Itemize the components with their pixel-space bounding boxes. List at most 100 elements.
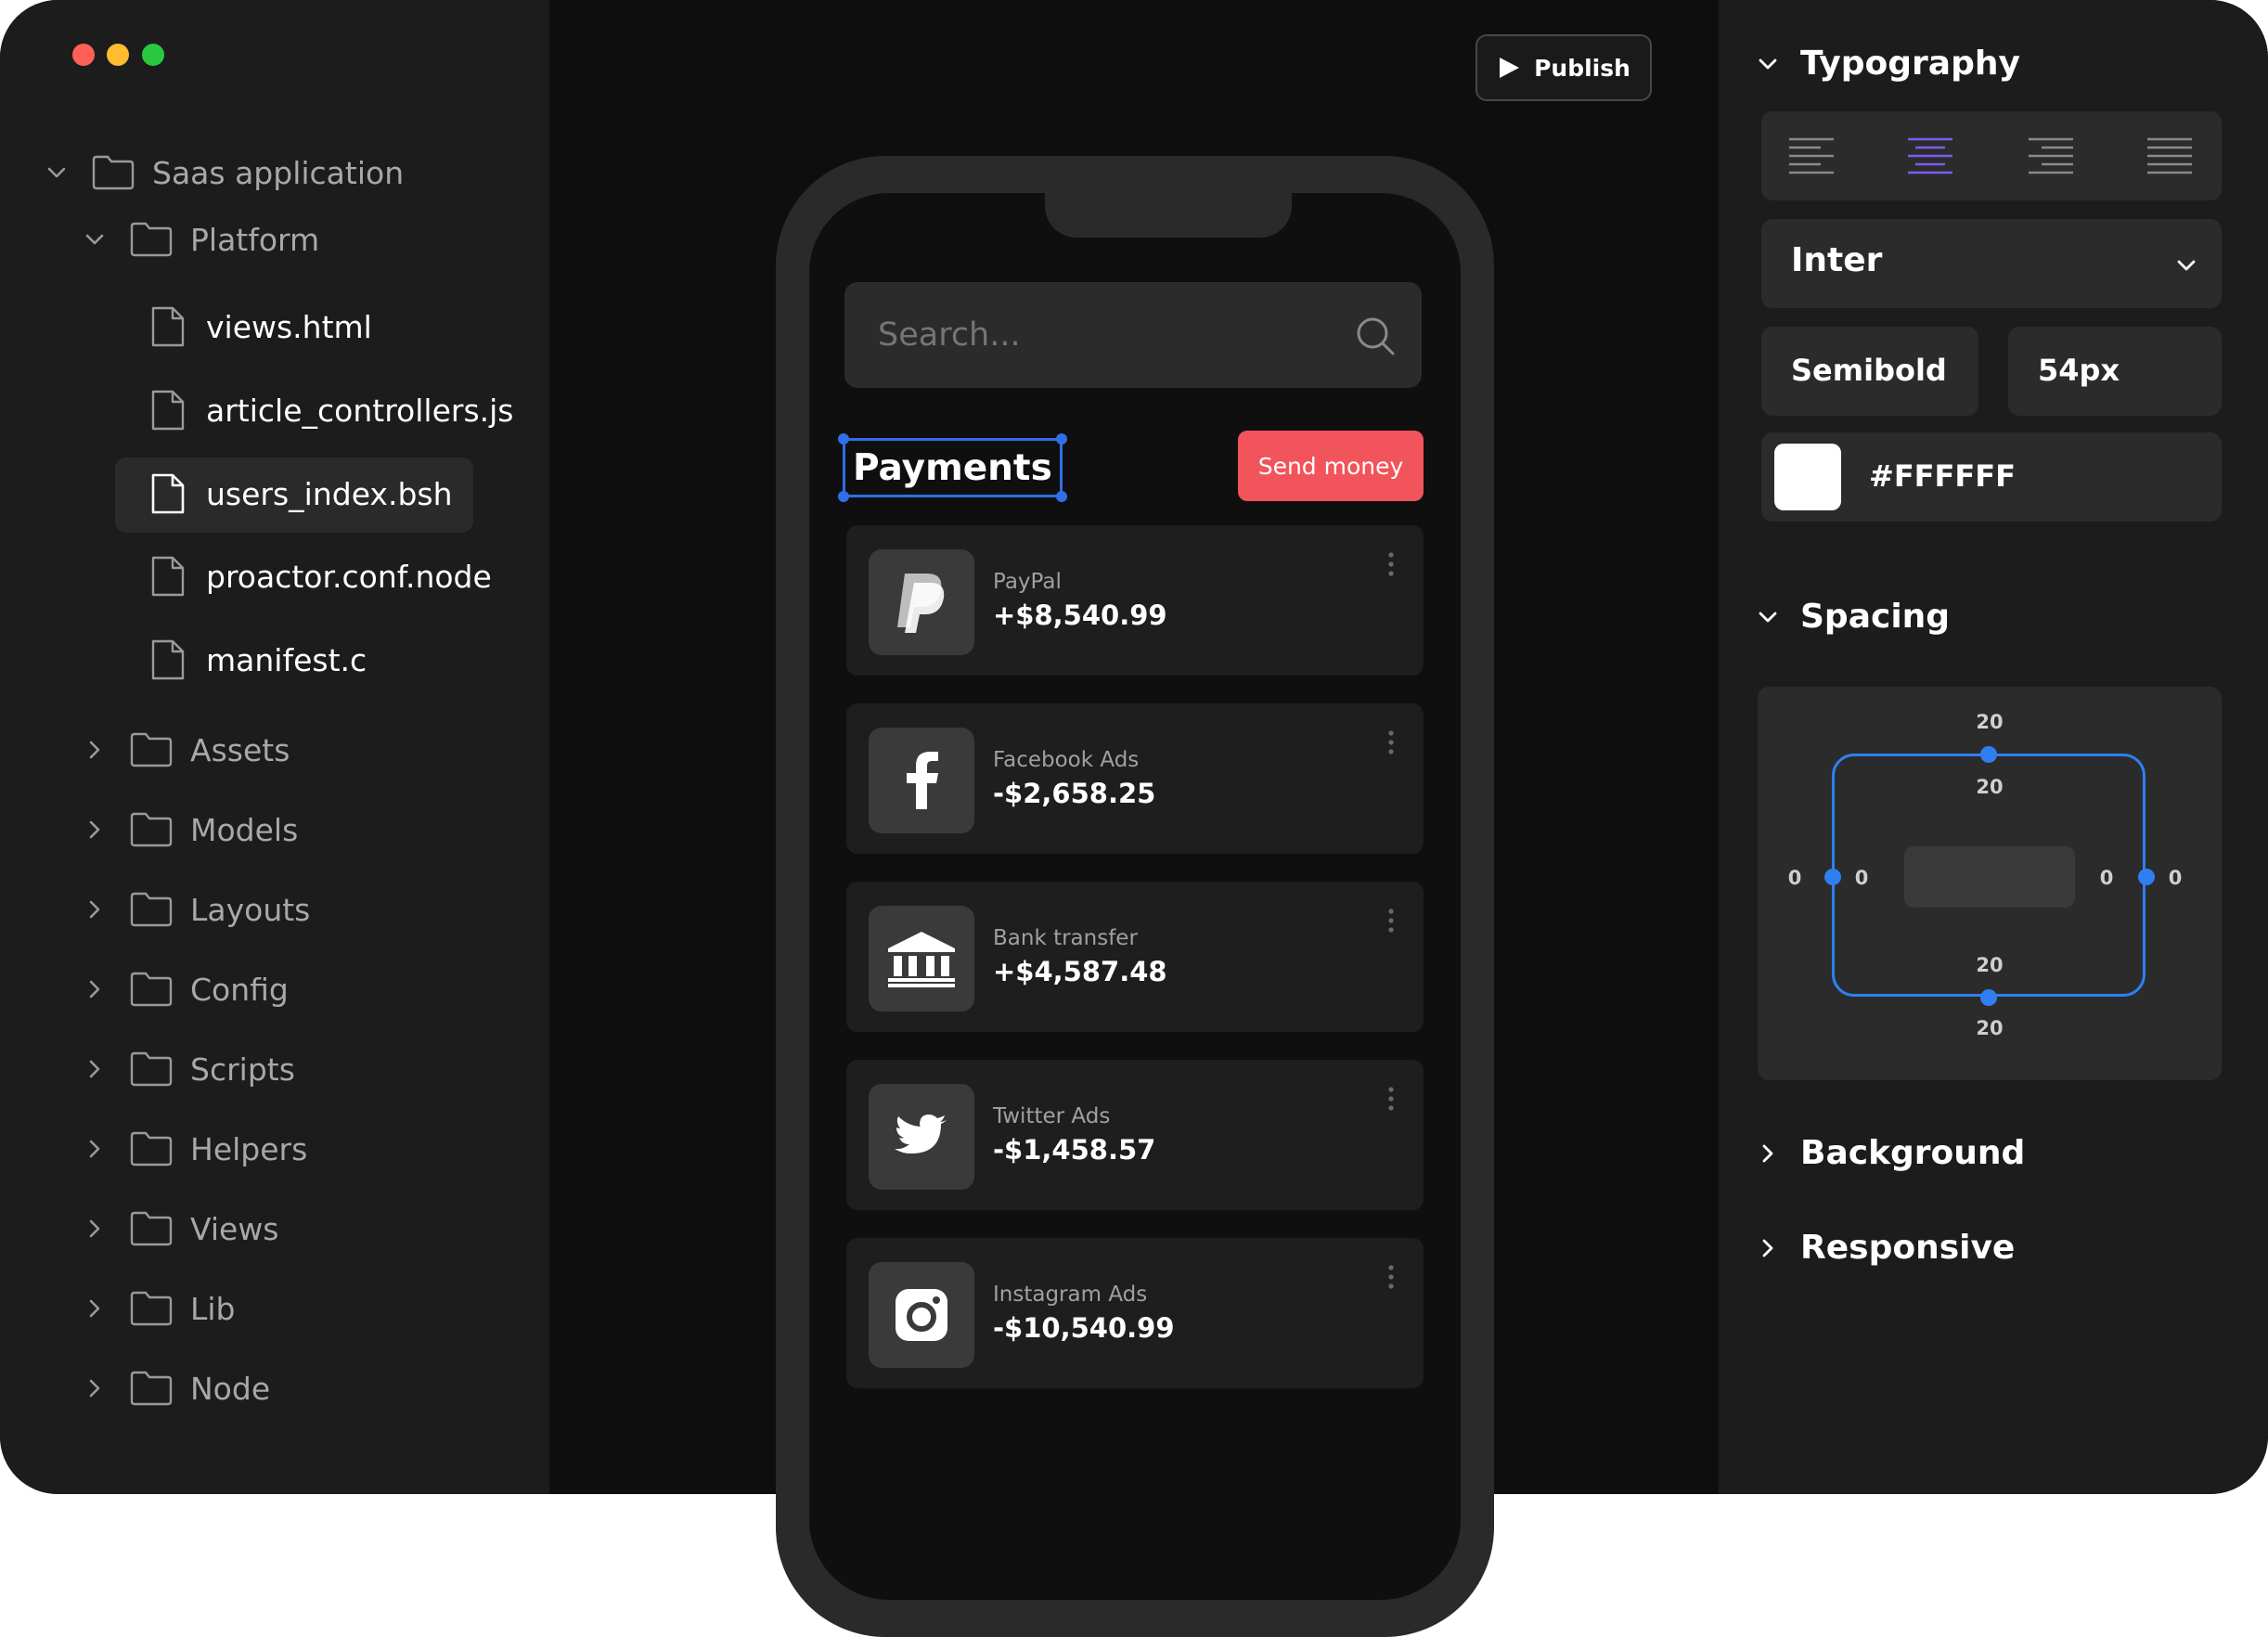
text-color-field[interactable]: #FFFFFF: [1761, 432, 2222, 522]
tree-file[interactable]: article_controllers.js: [150, 382, 513, 438]
zoom-window-button[interactable]: [142, 44, 164, 66]
publish-label: Publish: [1534, 54, 1630, 82]
resize-handle[interactable]: [1055, 491, 1067, 502]
more-options-icon[interactable]: [1386, 729, 1396, 755]
file-label: users_index.bsh: [206, 475, 453, 512]
more-options-icon[interactable]: [1386, 1086, 1396, 1112]
font-weight-value: Semibold: [1791, 353, 1947, 388]
margin-right-value[interactable]: 0: [2157, 867, 2194, 889]
chevron-right-icon: [83, 977, 107, 1001]
margin-left-value[interactable]: 0: [1776, 867, 1813, 889]
chevron-right-icon: [83, 897, 107, 922]
font-size-input[interactable]: 54px: [2008, 327, 2222, 416]
file-label: manifest.c: [206, 641, 367, 678]
tree-label: Saas application: [152, 154, 405, 191]
tree-label: Views: [190, 1210, 279, 1247]
section-title: Background: [1800, 1134, 2026, 1172]
section-title: Spacing: [1800, 598, 1951, 636]
resize-handle[interactable]: [1055, 433, 1067, 445]
color-swatch[interactable]: [1774, 444, 1841, 510]
folder-icon: [129, 731, 174, 768]
file-label: article_controllers.js: [206, 392, 514, 429]
transaction-card[interactable]: Facebook Ads -$2,658.25: [846, 703, 1424, 854]
align-right-button[interactable]: [2004, 111, 2097, 200]
send-money-button[interactable]: Send money: [1238, 431, 1424, 501]
margin-top-handle[interactable]: [1980, 746, 1997, 763]
tree-folder-platform[interactable]: Platform: [83, 212, 319, 267]
align-left-button[interactable]: [1765, 111, 1858, 200]
tree-folder[interactable]: Node: [83, 1360, 270, 1416]
transaction-card[interactable]: PayPal +$8,540.99: [846, 525, 1424, 676]
tree-folder[interactable]: Helpers: [83, 1121, 307, 1177]
background-section-header[interactable]: Background: [1756, 1134, 2025, 1172]
transaction-card[interactable]: Twitter Ads -$1,458.57: [846, 1060, 1424, 1210]
padding-bottom-value[interactable]: 20: [1971, 954, 2008, 976]
publish-button[interactable]: Publish: [1475, 34, 1652, 101]
spacing-section-header[interactable]: Spacing: [1756, 598, 1950, 636]
responsive-section-header[interactable]: Responsive: [1756, 1229, 2015, 1267]
phone-screen: Payments Send money PayPal +$8,540.99: [809, 193, 1461, 1600]
file-icon: [150, 389, 186, 432]
more-options-icon[interactable]: [1386, 551, 1396, 577]
transaction-card[interactable]: Bank transfer +$4,587.48: [846, 882, 1424, 1032]
transaction-amount: -$1,458.57: [993, 1134, 1156, 1166]
resize-handle[interactable]: [838, 433, 849, 445]
tree-folder[interactable]: Views: [83, 1201, 279, 1257]
file-icon: [150, 472, 186, 515]
tree-file[interactable]: proactor.conf.node: [150, 548, 492, 604]
tree-file[interactable]: views.html: [150, 299, 372, 354]
transaction-name: Instagram Ads: [993, 1283, 1148, 1307]
tree-file[interactable]: manifest.c: [150, 632, 367, 688]
typography-section-header[interactable]: Typography: [1756, 45, 2020, 83]
chevron-right-icon: [83, 1217, 107, 1241]
folder-icon: [129, 811, 174, 848]
padding-right-value[interactable]: 0: [2088, 867, 2125, 889]
close-window-button[interactable]: [72, 44, 95, 66]
payments-heading: Payments: [853, 446, 1052, 489]
search-field[interactable]: [844, 282, 1422, 388]
font-family-select[interactable]: Inter: [1761, 219, 2222, 308]
resize-handle[interactable]: [838, 491, 849, 502]
margin-bottom-value[interactable]: 20: [1971, 1017, 2008, 1039]
paypal-icon: [869, 549, 974, 655]
file-label: views.html: [206, 308, 372, 345]
align-center-button[interactable]: [1884, 111, 1977, 200]
transaction-name: Twitter Ads: [993, 1104, 1111, 1128]
padding-top-value[interactable]: 20: [1971, 776, 2008, 798]
tree-file-selected[interactable]: users_index.bsh: [150, 466, 453, 522]
chevron-right-icon: [1756, 1236, 1780, 1260]
font-size-value: 54px: [2038, 353, 2120, 388]
tree-folder-saas-application[interactable]: Saas application: [45, 145, 404, 200]
transaction-card[interactable]: Instagram Ads -$10,540.99: [846, 1238, 1424, 1388]
text-alignment-group: [1761, 111, 2222, 200]
payments-heading-selected[interactable]: Payments: [838, 433, 1067, 502]
margin-bottom-handle[interactable]: [1980, 989, 1997, 1006]
search-icon[interactable]: [1355, 316, 1396, 356]
tree-label: Config: [190, 971, 289, 1008]
play-icon: [1500, 58, 1520, 78]
tree-folder[interactable]: Layouts: [83, 882, 310, 937]
margin-right-handle[interactable]: [2138, 869, 2155, 885]
align-right-icon: [2029, 137, 2073, 174]
more-options-icon[interactable]: [1386, 908, 1396, 934]
search-input[interactable]: [876, 316, 1325, 354]
tree-folder[interactable]: Config: [83, 961, 289, 1017]
align-justify-button[interactable]: [2123, 111, 2216, 200]
transaction-name: PayPal: [993, 570, 1062, 594]
font-weight-select[interactable]: Semibold: [1761, 327, 1978, 416]
chevron-right-icon: [83, 738, 107, 762]
minimize-window-button[interactable]: [107, 44, 129, 66]
tree-label: Assets: [190, 731, 290, 768]
file-icon: [150, 555, 186, 598]
tree-folder[interactable]: Models: [83, 802, 298, 857]
transaction-amount: -$2,658.25: [993, 778, 1156, 809]
tree-label: Helpers: [190, 1130, 308, 1167]
tree-folder[interactable]: Scripts: [83, 1041, 295, 1097]
align-left-icon: [1789, 137, 1834, 174]
tree-folder[interactable]: Lib: [83, 1281, 236, 1336]
margin-top-value[interactable]: 20: [1971, 711, 2008, 733]
tree-folder[interactable]: Assets: [83, 722, 290, 778]
padding-left-value[interactable]: 0: [1843, 867, 1880, 889]
margin-left-handle[interactable]: [1824, 869, 1841, 885]
more-options-icon[interactable]: [1386, 1264, 1396, 1290]
